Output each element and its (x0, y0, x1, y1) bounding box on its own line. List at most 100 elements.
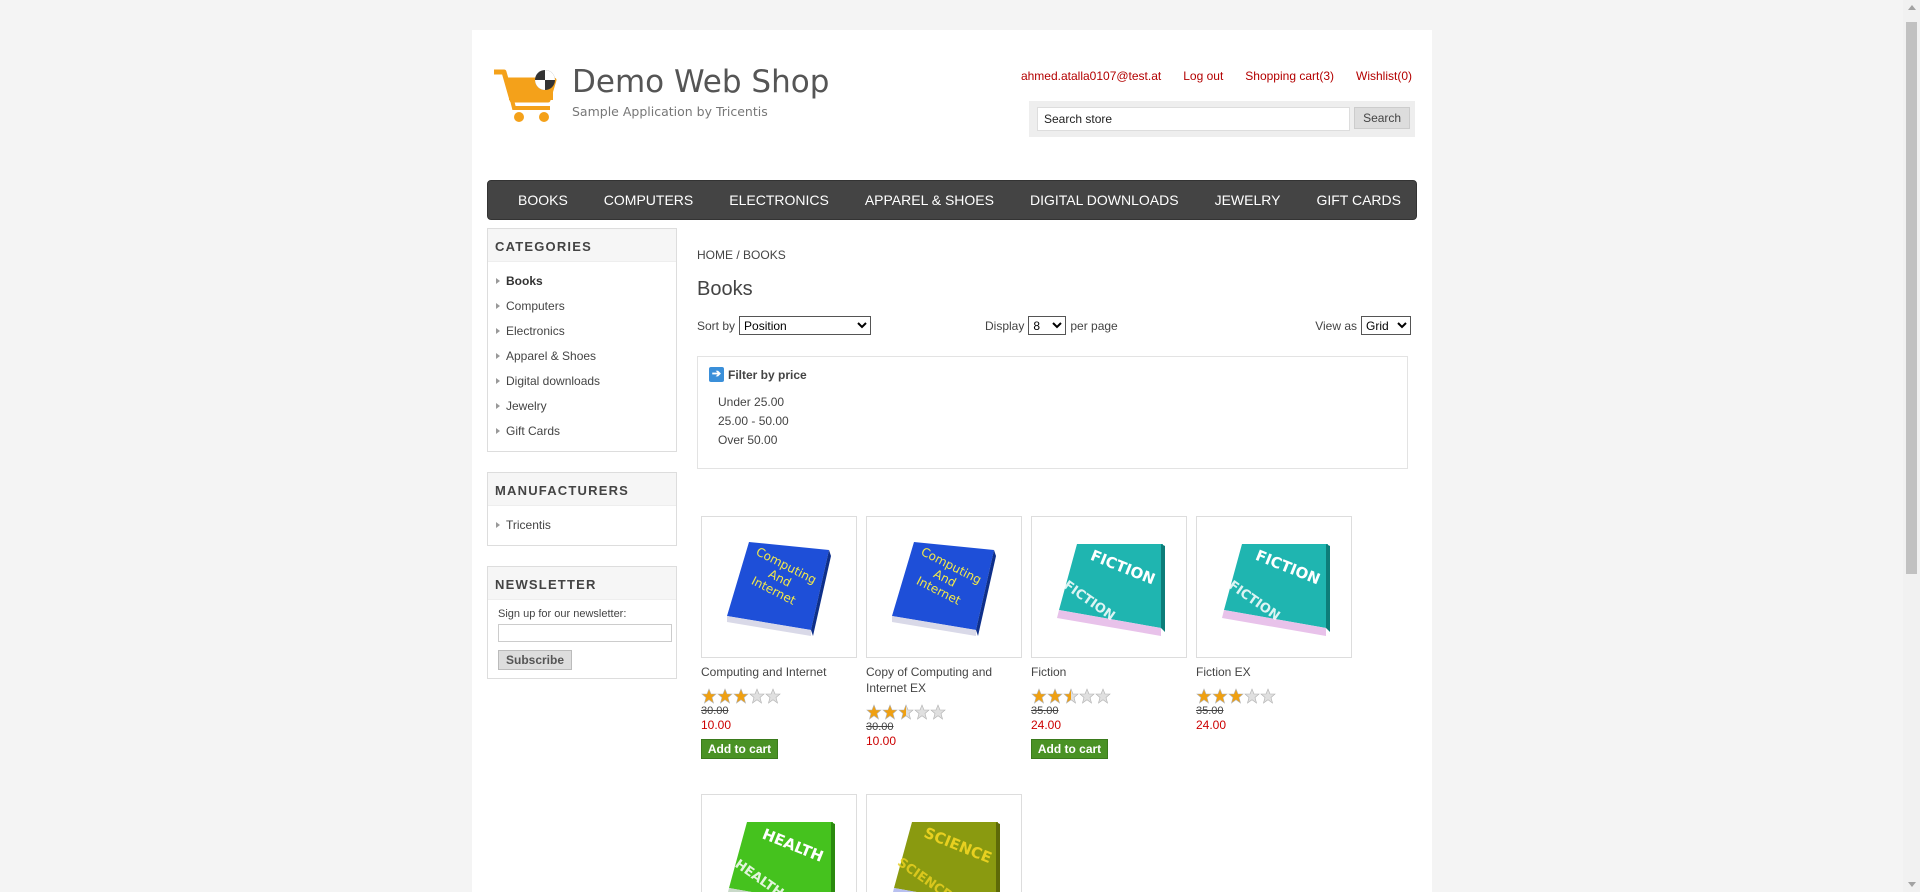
sidebar-item-label: Digital downloads (506, 373, 601, 388)
price-filter-option[interactable]: Over 50.00 (718, 433, 789, 452)
rating-star-icon (701, 688, 717, 704)
rating-star-icon (1228, 688, 1244, 704)
page-title: Books (697, 278, 753, 300)
shopping-cart-link[interactable]: Shopping cart(3) (1245, 69, 1334, 83)
rating-star-icon (765, 688, 781, 704)
product-image[interactable]: SCIENCE SCIENCE (866, 794, 1022, 892)
scroll-up-icon[interactable] (1908, 5, 1916, 10)
shop-title[interactable]: Demo Web Shop (572, 64, 829, 100)
top-menu-item[interactable]: DIGITAL DOWNLOADS (1012, 192, 1197, 208)
sidebar-item[interactable]: Digital downloads (496, 368, 676, 393)
sidebar-item[interactable]: Gift Cards (496, 418, 676, 443)
product-item: FICTION FICTION Fiction EX 35.00 24.00 (1196, 516, 1356, 732)
sidebar-item[interactable]: Apparel & Shoes (496, 343, 676, 368)
newsletter-email-input[interactable] (498, 624, 672, 642)
product-title[interactable]: Fiction EX (1196, 664, 1356, 680)
page-size-select[interactable]: 8 (1028, 316, 1067, 335)
rating-star-icon (882, 704, 898, 720)
top-menu-item[interactable]: COMPUTERS (586, 192, 711, 208)
triangle-right-icon (496, 521, 500, 528)
rating-star-icon (1047, 688, 1063, 704)
account-link[interactable]: ahmed.atalla0107@test.at (1021, 69, 1161, 83)
product-title[interactable]: Copy of Computing and Internet EX (866, 664, 1026, 696)
sidebar-item-label: Electronics (506, 323, 565, 338)
breadcrumb-separator: / (736, 248, 740, 262)
triangle-right-icon (496, 402, 500, 409)
rating-star-icon (1079, 688, 1095, 704)
breadcrumb-home[interactable]: HOME (697, 248, 733, 262)
product-item: Computing And Internet Copy of Computing a… (866, 516, 1026, 748)
rating-star-icon (749, 688, 765, 704)
triangle-right-icon (496, 377, 500, 384)
triangle-right-icon (496, 302, 500, 309)
newsletter-label: Sign up for our newsletter: (498, 608, 627, 620)
search-box: Search (1029, 101, 1415, 137)
triangle-right-icon (496, 327, 500, 334)
sidebar-item[interactable]: Jewelry (496, 393, 676, 418)
shop-subtitle: Sample Application by Tricentis (572, 104, 768, 119)
sidebar-item[interactable]: Electronics (496, 318, 676, 343)
search-input[interactable] (1037, 107, 1351, 131)
display-label: Display (985, 318, 1025, 333)
breadcrumb-current: BOOKS (743, 248, 786, 262)
sidebar-item[interactable]: Computers (496, 293, 676, 318)
sidebar-item[interactable]: Books (496, 268, 676, 293)
sidebar-item-label: Gift Cards (506, 423, 561, 438)
rating-star-icon (930, 704, 946, 720)
add-to-cart-button[interactable]: Add to cart (701, 739, 778, 759)
sidebar-item-label: Apparel & Shoes (506, 348, 597, 363)
product-rating (866, 704, 1026, 720)
product-price: 24.00 (1196, 718, 1227, 732)
product-item: FICTION FICTION Fiction 35.00 24.00 Add to… (1031, 516, 1191, 759)
product-item: SCIENCE SCIENCE (866, 794, 1026, 892)
top-menu-item[interactable]: BOOKS (500, 192, 586, 208)
product-image[interactable]: HEALTH HEALTH (701, 794, 857, 892)
sidebar-item-label: Computers (506, 298, 565, 313)
top-menu-item[interactable]: GIFT CARDS (1298, 192, 1419, 208)
scrollbar-thumb[interactable] (1906, 22, 1917, 574)
sidebar-item-label: Books (506, 273, 543, 288)
price-filter-option[interactable]: 25.00 - 50.00 (718, 414, 789, 433)
manufacturers-block: MANUFACTURERS Tricentis (487, 472, 677, 546)
add-to-cart-button[interactable]: Add to cart (1031, 739, 1108, 759)
rating-star-icon (717, 688, 733, 704)
price-filter-list: Under 25.00 25.00 - 50.00 Over 50.00 (718, 395, 789, 452)
top-menu-item[interactable]: ELECTRONICS (711, 192, 847, 208)
price-filter-option[interactable]: Under 25.00 (718, 395, 789, 414)
header-links: ahmed.atalla0107@test.at Log out Shoppin… (1021, 69, 1412, 83)
product-title[interactable]: Fiction (1031, 664, 1191, 680)
sidebar-item[interactable]: Tricentis (496, 512, 676, 537)
product-image[interactable]: FICTION FICTION (1031, 516, 1187, 658)
rating-star-icon (1244, 688, 1260, 704)
page-scrollbar[interactable] (1903, 0, 1920, 892)
arrow-right-icon: ➔ (709, 367, 724, 382)
breadcrumb: HOME / BOOKS (697, 248, 786, 262)
product-price: 10.00 (701, 718, 732, 732)
product-image[interactable]: Computing And Internet (866, 516, 1022, 658)
manufacturers-list: Tricentis (488, 506, 676, 545)
sort-label: Sort by (697, 318, 736, 333)
product-rating (1196, 688, 1356, 704)
page-container: Demo Web Shop Sample Application by Tric… (472, 30, 1432, 892)
rating-star-icon (1196, 688, 1212, 704)
view-mode-select[interactable]: Grid (1361, 316, 1411, 335)
top-menu-item[interactable]: JEWELRY (1197, 192, 1299, 208)
search-button[interactable]: Search (1354, 107, 1410, 129)
product-title[interactable]: Computing and Internet (701, 664, 861, 680)
rating-star-icon (733, 688, 749, 704)
product-old-price: 35.00 (1196, 705, 1224, 717)
shopping-cart-logo-icon[interactable] (492, 66, 560, 124)
wishlist-link[interactable]: Wishlist(0) (1356, 69, 1412, 83)
logout-link[interactable]: Log out (1183, 69, 1223, 83)
scroll-down-icon[interactable] (1908, 882, 1916, 887)
rating-star-icon (1031, 688, 1047, 704)
price-filter-box: ➔ Filter by price Under 25.00 25.00 - 50.… (697, 356, 1408, 469)
product-image[interactable]: FICTION FICTION (1196, 516, 1352, 658)
filter-title-text: Filter by price (728, 367, 807, 382)
rating-star-icon (898, 704, 914, 720)
product-image[interactable]: Computing And Internet (701, 516, 857, 658)
subscribe-button[interactable]: Subscribe (498, 650, 572, 670)
rating-star-icon (866, 704, 882, 720)
top-menu-item[interactable]: APPAREL & SHOES (847, 192, 1012, 208)
sort-select[interactable]: Position (739, 316, 872, 335)
